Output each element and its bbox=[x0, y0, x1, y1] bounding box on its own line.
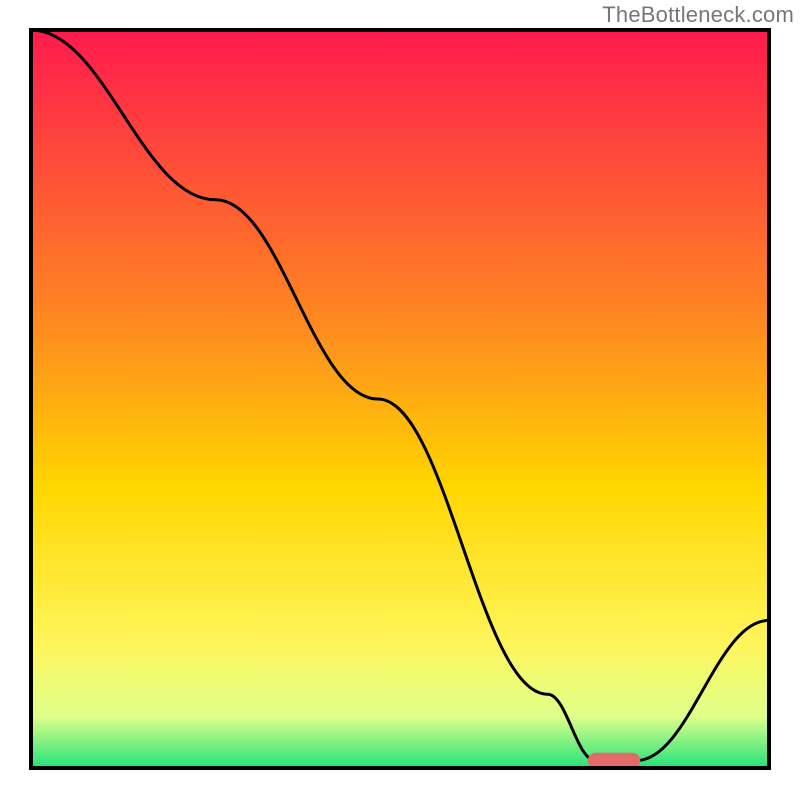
chart-stage: { "watermark": "TheBottleneck.com", "cha… bbox=[0, 0, 800, 800]
bottleneck-chart bbox=[0, 0, 800, 800]
optimal-point-marker bbox=[588, 753, 640, 768]
watermark-text: TheBottleneck.com bbox=[602, 2, 794, 28]
